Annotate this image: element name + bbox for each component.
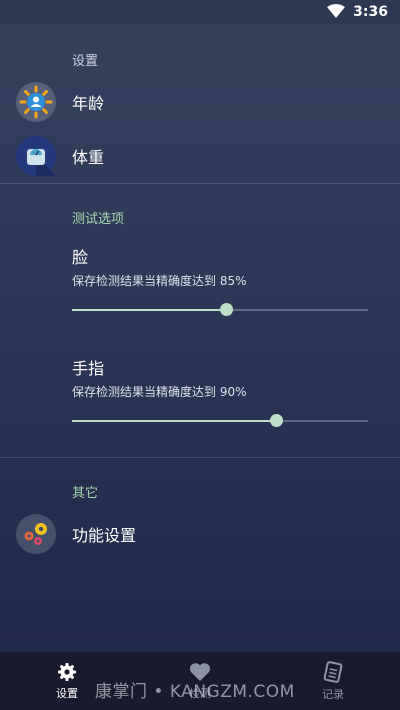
nav-tab-settings-label: 设置 [56, 686, 78, 700]
settings-item-age[interactable]: 年龄 [0, 78, 400, 126]
face-option-title: 脸 [72, 248, 89, 267]
settings-item-weight[interactable]: 体重 [0, 132, 400, 180]
face-accuracy-slider[interactable] [72, 303, 368, 316]
face-option: 脸 保存检测结果当精确度达到 85% [72, 244, 372, 289]
face-slider-thumb[interactable] [219, 303, 233, 316]
settings-item-function-settings[interactable]: 功能设置 [0, 510, 400, 558]
nav-tab-records-label: 记录 [322, 687, 344, 701]
divider [0, 457, 400, 458]
scale-icon [16, 136, 56, 176]
finger-slider-thumb[interactable] [270, 414, 284, 427]
settings-item-age-label: 年龄 [72, 94, 105, 113]
settings-item-function-settings-label: 功能设置 [72, 526, 137, 545]
finger-slider-fill [72, 420, 277, 422]
settings-item-weight-label: 体重 [72, 148, 105, 167]
wifi-icon [327, 3, 346, 22]
section-header-other: 其它 [72, 486, 99, 501]
nav-tab-settings[interactable]: 设置 [37, 652, 97, 710]
status-time: 3:36 [353, 4, 388, 20]
divider [0, 183, 400, 184]
finger-option-description: 保存检测结果当精确度达到 90% [72, 385, 247, 399]
watermark: 康掌门 • KANGZM.COM [95, 682, 295, 702]
nav-tab-records[interactable]: 记录 [303, 652, 363, 710]
face-slider-fill [72, 309, 226, 311]
section-header-settings: 设置 [72, 54, 99, 69]
finger-option-title: 手指 [72, 359, 105, 378]
notes-icon [323, 660, 343, 686]
age-icon [16, 82, 56, 122]
face-option-description: 保存检测结果当精确度达到 85% [72, 274, 247, 288]
gear-icon [57, 662, 77, 685]
status-bar: 3:36 [0, 0, 400, 24]
finger-option: 手指 保存检测结果当精确度达到 90% [72, 355, 372, 400]
finger-accuracy-slider[interactable] [72, 414, 368, 427]
gears-icon [16, 514, 56, 554]
section-header-test-options: 测试选项 [72, 212, 125, 227]
